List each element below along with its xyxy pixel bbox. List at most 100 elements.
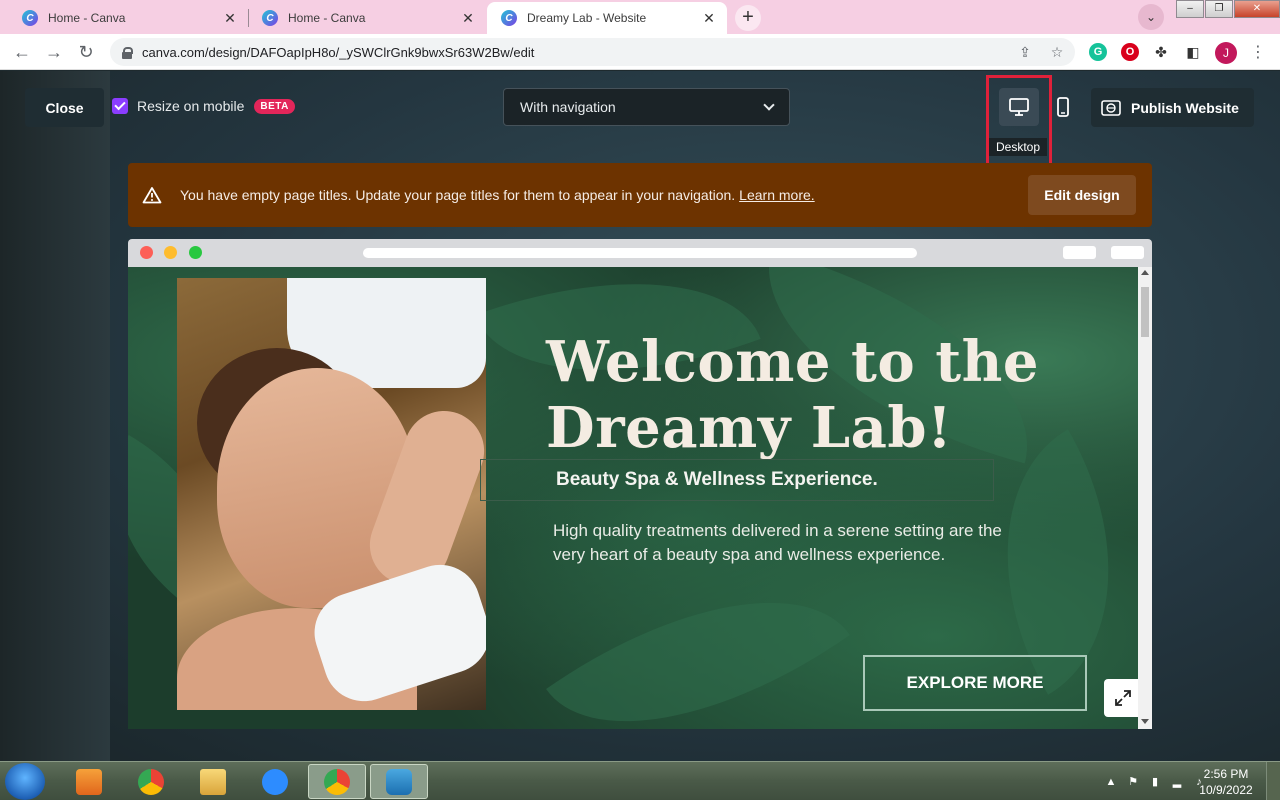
side-panel-icon[interactable]: ◧ bbox=[1184, 43, 1202, 61]
battery-icon[interactable]: ▮ bbox=[1148, 775, 1162, 789]
tab-title: Home - Canva bbox=[288, 11, 366, 25]
taskbar-chrome-active[interactable] bbox=[308, 764, 366, 799]
close-button[interactable]: Close bbox=[25, 88, 104, 127]
learn-more-link[interactable]: Learn more. bbox=[739, 187, 814, 203]
navigation-select-value: With navigation bbox=[520, 99, 616, 115]
hero-title-line-2: Dreamy Lab! bbox=[546, 395, 953, 461]
taskbar-chrome[interactable] bbox=[122, 764, 180, 799]
tab-dreamy-lab[interactable]: C Dreamy Lab - Website ✕ bbox=[487, 2, 727, 34]
bookmark-star-icon[interactable]: ☆ bbox=[1048, 43, 1066, 61]
desktop-tooltip: Desktop bbox=[989, 138, 1047, 156]
edit-design-button[interactable]: Edit design bbox=[1028, 175, 1136, 215]
resize-label: Resize on mobile bbox=[137, 98, 245, 114]
resize-on-mobile-toggle[interactable]: Resize on mobile BETA bbox=[112, 98, 295, 114]
preview-bar-pill bbox=[1111, 246, 1144, 259]
restore-icon[interactable]: ❐ bbox=[1205, 0, 1233, 18]
warning-message: You have empty page titles. Update your … bbox=[180, 187, 736, 203]
chrome-profile-icon bbox=[324, 768, 350, 795]
hero-title: Welcome to the Dreamy Lab! bbox=[546, 329, 1106, 461]
desktop-monitor-icon bbox=[1009, 98, 1029, 116]
taskbar-clock[interactable]: 2:56 PM 10/9/2022 bbox=[1196, 766, 1256, 798]
scrollbar-thumb[interactable] bbox=[1141, 287, 1149, 337]
resize-checkbox[interactable] bbox=[112, 98, 128, 114]
clock-time: 2:56 PM bbox=[1203, 767, 1249, 781]
tab-home-canva-1[interactable]: C Home - Canva ✕ bbox=[8, 2, 248, 34]
tab-home-canva-2[interactable]: C Home - Canva ✕ bbox=[248, 2, 486, 34]
tab-close-icon[interactable]: ✕ bbox=[460, 10, 476, 26]
publish-website-button[interactable]: Publish Website bbox=[1091, 88, 1254, 127]
action-center-flag-icon[interactable]: ⚑ bbox=[1126, 775, 1140, 789]
canva-favicon-icon: C bbox=[501, 10, 517, 26]
chrome-icon bbox=[138, 768, 164, 795]
preview-url-bar bbox=[363, 248, 917, 258]
navigation-select[interactable]: With navigation bbox=[503, 88, 790, 126]
profile-avatar[interactable]: J bbox=[1215, 42, 1237, 64]
empty-titles-warning-banner: You have empty page titles. Update your … bbox=[128, 163, 1152, 227]
canva-favicon-icon: C bbox=[262, 10, 278, 26]
hero-title-line-1: Welcome to the bbox=[546, 329, 1039, 395]
tab-close-icon[interactable]: ✕ bbox=[222, 10, 238, 26]
start-button[interactable] bbox=[5, 763, 45, 800]
show-desktop-button[interactable] bbox=[1266, 762, 1280, 800]
website-hero-section: Welcome to the Dreamy Lab! Beauty Spa & … bbox=[128, 267, 1138, 729]
taskbar-media-player[interactable] bbox=[60, 764, 118, 799]
browser-toolbar: ← → ↻ canva.com/design/DAFOapIpH8o/_ySWC… bbox=[0, 34, 1280, 70]
folder-icon bbox=[200, 768, 226, 795]
desktop-view-button[interactable] bbox=[999, 88, 1039, 126]
chevron-down-icon bbox=[763, 99, 775, 111]
publish-label: Publish Website bbox=[1131, 99, 1239, 116]
spa-massage-photo bbox=[177, 278, 486, 710]
tab-search-icon[interactable]: ⌄ bbox=[1138, 4, 1164, 30]
warning-triangle-icon bbox=[142, 187, 162, 204]
publish-globe-icon bbox=[1101, 99, 1121, 116]
preview-window-bar bbox=[128, 239, 1152, 267]
fullscreen-button[interactable] bbox=[1104, 679, 1138, 717]
extensions-puzzle-icon[interactable]: ✤ bbox=[1152, 43, 1170, 61]
show-hidden-icons-icon[interactable]: ▲ bbox=[1104, 775, 1118, 789]
website-preview-window: Welcome to the Dreamy Lab! Beauty Spa & … bbox=[128, 239, 1152, 729]
preview-scrollbar[interactable] bbox=[1138, 267, 1152, 729]
tab-title: Dreamy Lab - Website bbox=[527, 11, 647, 25]
beta-badge: BETA bbox=[254, 98, 295, 114]
explore-more-button[interactable]: EXPLORE MORE bbox=[863, 655, 1087, 711]
window-dot-yellow bbox=[164, 246, 177, 259]
browser-menu-icon[interactable]: ⋮ bbox=[1250, 42, 1266, 64]
tab-title: Home - Canva bbox=[48, 11, 126, 25]
canva-favicon-icon: C bbox=[22, 10, 38, 26]
mobile-view-button[interactable] bbox=[1045, 88, 1081, 126]
taskbar-file-explorer[interactable] bbox=[184, 764, 242, 799]
grammarly-extension-icon[interactable]: G bbox=[1089, 43, 1107, 61]
zoom-icon bbox=[262, 768, 288, 795]
media-player-icon bbox=[76, 768, 102, 795]
browser-tab-bar: C Home - Canva ✕ C Home - Canva ✕ C Drea… bbox=[0, 0, 1280, 34]
reload-icon[interactable]: ↻ bbox=[74, 40, 98, 64]
preview-backdrop bbox=[0, 71, 110, 761]
share-icon[interactable]: ⇪ bbox=[1016, 43, 1034, 61]
window-controls: – ❐ ✕ bbox=[1175, 0, 1280, 18]
minimize-icon[interactable]: – bbox=[1176, 0, 1204, 18]
expand-icon bbox=[1115, 690, 1131, 706]
opera-extension-icon[interactable]: O bbox=[1121, 43, 1139, 61]
tab-close-icon[interactable]: ✕ bbox=[701, 10, 717, 26]
window-dot-red bbox=[140, 246, 153, 259]
scroll-down-icon[interactable] bbox=[1141, 719, 1149, 724]
address-bar[interactable]: canva.com/design/DAFOapIpH8o/_ySWClrGnk9… bbox=[110, 38, 1075, 66]
scroll-up-icon[interactable] bbox=[1141, 270, 1149, 275]
network-signal-icon[interactable]: ▂ bbox=[1170, 775, 1184, 789]
windows-taskbar: ▲ ⚑ ▮ ▂ ♪ 2:56 PM 10/9/2022 bbox=[0, 761, 1280, 800]
mobile-phone-icon bbox=[1057, 97, 1069, 117]
new-tab-button[interactable]: + bbox=[735, 5, 761, 31]
hexagon-app-icon bbox=[386, 768, 412, 795]
preview-bar-pill bbox=[1063, 246, 1096, 259]
back-icon[interactable]: ← bbox=[10, 40, 34, 64]
window-close-icon[interactable]: ✕ bbox=[1234, 0, 1280, 18]
taskbar-zoom[interactable] bbox=[246, 764, 304, 799]
hero-subtitle: Beauty Spa & Wellness Experience. bbox=[556, 469, 878, 490]
system-tray: ▲ ⚑ ▮ ▂ ♪ bbox=[1100, 762, 1210, 800]
url-text[interactable]: canva.com/design/DAFOapIpH8o/_ySWClrGnk9… bbox=[142, 45, 534, 60]
canva-website-preview: Close Resize on mobile BETA With navigat… bbox=[0, 71, 1280, 761]
forward-icon[interactable]: → bbox=[42, 40, 66, 64]
clock-date: 10/9/2022 bbox=[1199, 783, 1253, 797]
lock-icon[interactable] bbox=[122, 47, 133, 59]
taskbar-app-hexagon[interactable] bbox=[370, 764, 428, 799]
